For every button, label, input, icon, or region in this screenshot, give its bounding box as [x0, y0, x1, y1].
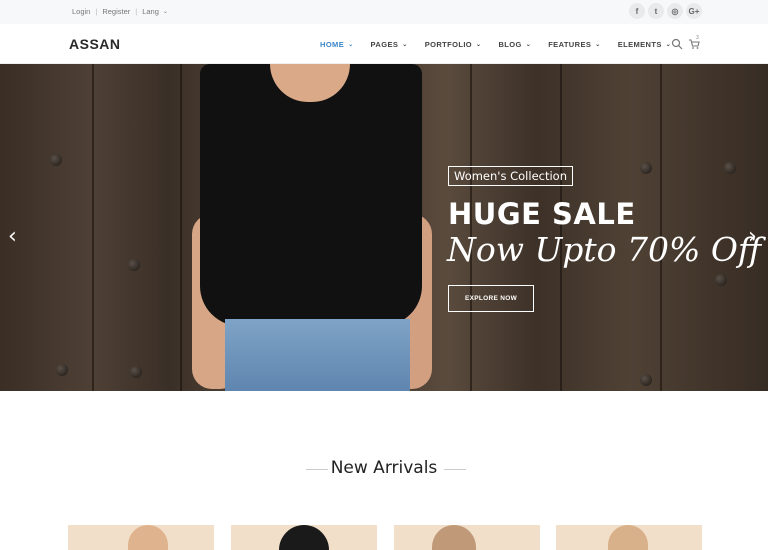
door-rivet — [640, 162, 652, 174]
account-links: Login | Register | Lang ⌄ — [72, 7, 168, 16]
hero-slider: ‹ › Women's Collection HUGE SALE Now Upt… — [0, 64, 768, 391]
wood-plank-seam — [180, 64, 182, 391]
wood-plank-seam — [660, 64, 662, 391]
login-link[interactable]: Login — [72, 7, 90, 16]
product-card[interactable] — [394, 525, 540, 550]
menu-item-label: PORTFOLIO — [424, 40, 473, 49]
main-navbar: ASSAN HOME ⌄ PAGES ⌄ PORTFOLIO ⌄ BLOG ⌄ FEAT… — [0, 24, 768, 64]
chevron-down-icon: ⌄ — [525, 42, 532, 48]
product-image — [432, 525, 476, 550]
door-rivet — [128, 259, 140, 271]
chevron-down-icon: ⌄ — [476, 42, 482, 48]
product-image — [128, 525, 168, 550]
hero-tag: Women's Collection — [448, 166, 573, 186]
section-title: New Arrivals — [330, 458, 438, 478]
product-image — [608, 525, 648, 550]
chevron-down-icon: ⌄ — [595, 42, 601, 48]
door-rivet — [56, 364, 68, 376]
product-image — [279, 525, 329, 550]
menu-item-label: BLOG — [498, 40, 522, 49]
door-rivet — [130, 366, 142, 378]
site-logo[interactable]: ASSAN — [69, 36, 121, 52]
wood-plank-seam — [92, 64, 94, 391]
chevron-down-icon: ⌄ — [162, 9, 168, 15]
menu-item-home[interactable]: HOME ⌄ — [320, 40, 354, 49]
menu-item-label: HOME — [320, 40, 345, 49]
search-icon[interactable] — [671, 38, 683, 50]
social-links: f t ◎ G+ — [629, 3, 702, 19]
chevron-left-icon[interactable]: ‹ — [8, 224, 17, 249]
door-rivet — [50, 154, 62, 166]
door-rivet — [715, 274, 727, 286]
product-card[interactable] — [556, 525, 702, 550]
product-card[interactable] — [68, 525, 214, 550]
register-link[interactable]: Register — [102, 7, 130, 16]
chevron-down-icon: ⌄ — [348, 42, 354, 48]
menu-item-label: ELEMENTS — [617, 40, 662, 49]
divider: | — [95, 7, 98, 16]
chevron-down-icon: ⌄ — [402, 42, 408, 48]
cart-count-badge: 3 — [696, 35, 699, 41]
menu-item-pages[interactable]: PAGES ⌄ — [371, 40, 408, 49]
menu-item-label: FEATURES — [548, 40, 592, 49]
divider: | — [135, 7, 138, 16]
lang-dropdown[interactable]: Lang — [142, 7, 159, 16]
main-menu: HOME ⌄ PAGES ⌄ PORTFOLIO ⌄ BLOG ⌄ FEATURES ⌄ … — [320, 40, 688, 49]
menu-item-elements[interactable]: ELEMENTS ⌄ — [618, 40, 671, 49]
menu-item-blog[interactable]: BLOG ⌄ — [498, 40, 531, 49]
instagram-icon[interactable]: ◎ — [667, 3, 683, 19]
divider — [444, 469, 466, 470]
hero-headline: HUGE SALE — [448, 197, 636, 231]
menu-item-label: PAGES — [370, 40, 399, 49]
top-bar: Login | Register | Lang ⌄ f t ◎ G+ — [0, 0, 768, 24]
model-jeans — [225, 319, 410, 391]
menu-item-portfolio[interactable]: PORTFOLIO ⌄ — [425, 40, 482, 49]
door-rivet — [640, 374, 652, 386]
door-rivet — [724, 162, 736, 174]
model-black-tshirt — [200, 64, 422, 326]
explore-now-button[interactable]: EXPLORE NOW — [448, 285, 534, 312]
product-card[interactable] — [231, 525, 377, 550]
twitter-icon[interactable]: t — [648, 3, 664, 19]
google-plus-icon[interactable]: G+ — [686, 3, 702, 19]
facebook-icon[interactable]: f — [629, 3, 645, 19]
hero-subheadline: Now Upto 70% Off — [447, 230, 762, 269]
menu-item-features[interactable]: FEATURES ⌄ — [548, 40, 601, 49]
